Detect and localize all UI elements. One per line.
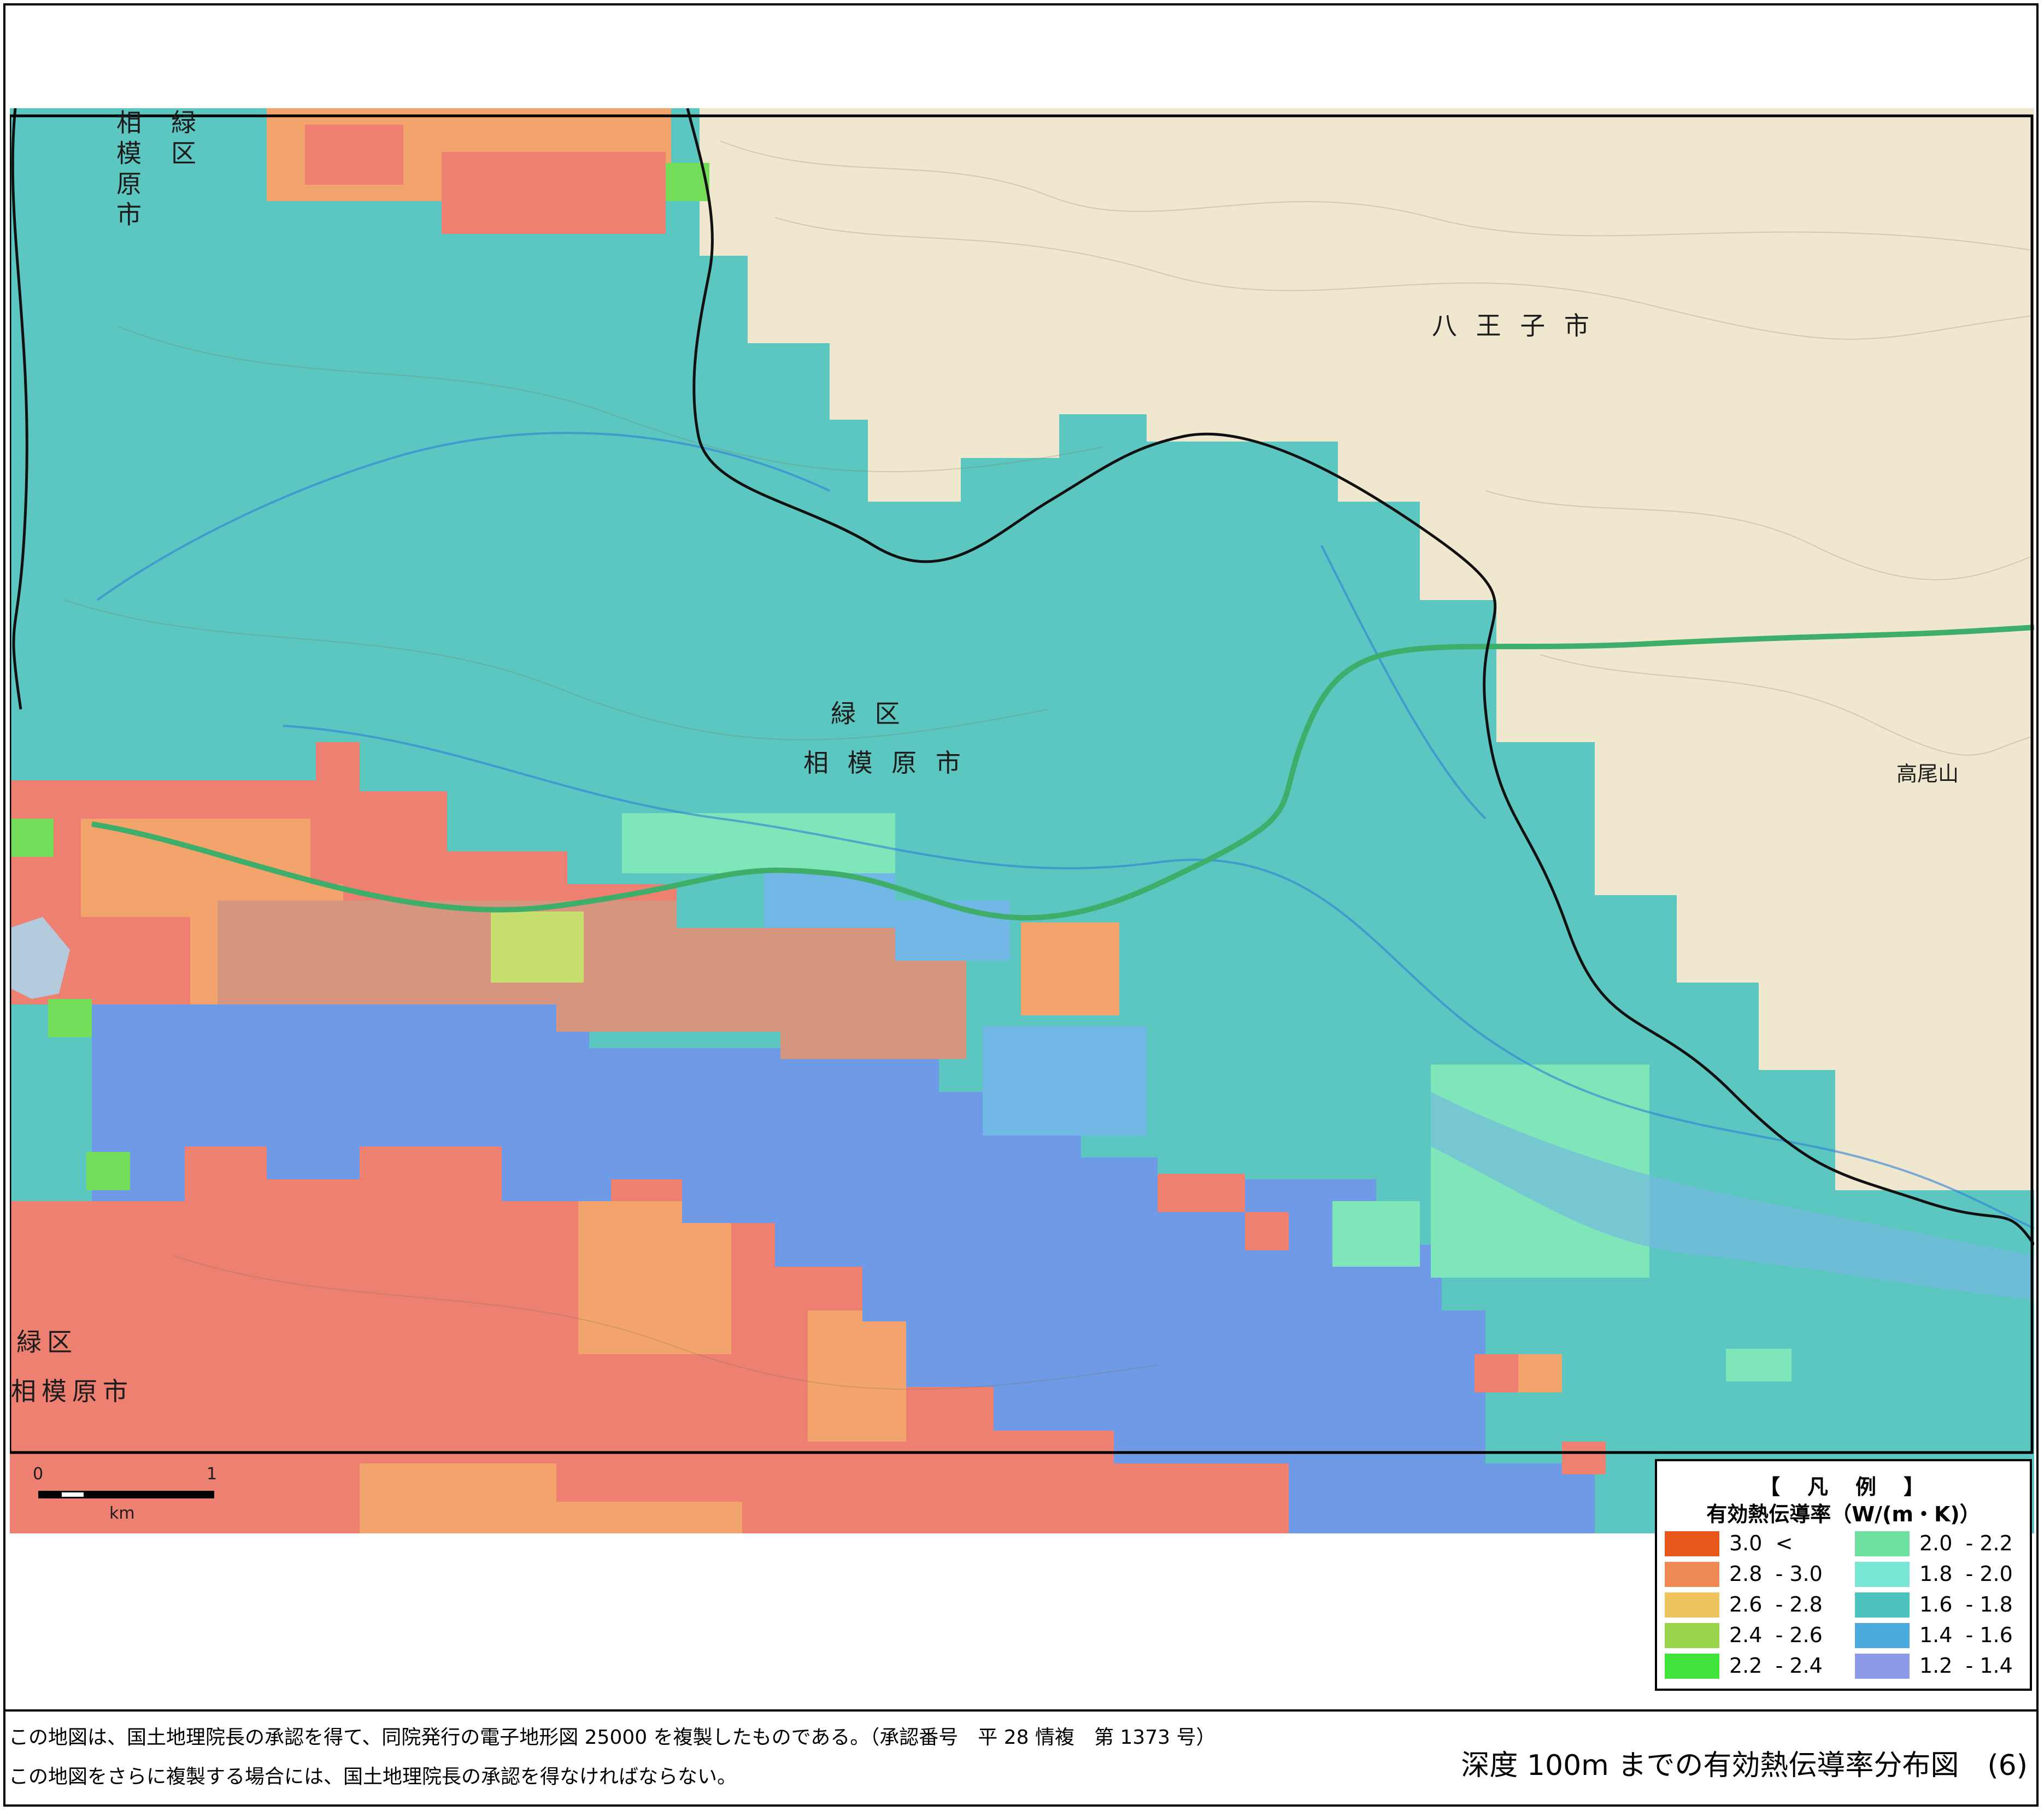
legend-item: 1.4 - 1.6 xyxy=(1855,1622,2030,1649)
zone-yellowgreen xyxy=(491,912,584,983)
legend-label: 2.8 - 3.0 xyxy=(1729,1562,1823,1586)
zone-orange xyxy=(808,1310,906,1442)
legend-item: 2.0 - 2.2 xyxy=(1855,1530,2030,1557)
place-label-mountain: 高尾山 xyxy=(1896,762,1959,786)
legend-swatch xyxy=(1665,1654,1719,1679)
legend-label: 1.8 - 2.0 xyxy=(1919,1562,2013,1586)
zone-mint xyxy=(1332,1201,1420,1267)
place-label-ward: 緑 区 xyxy=(831,699,906,728)
legend-label: 1.6 - 1.8 xyxy=(1919,1592,2013,1616)
zone-orange xyxy=(578,1201,731,1354)
zone-orange xyxy=(1021,922,1119,1015)
legend-swatch xyxy=(1855,1623,1910,1648)
legend-label: 2.0 - 2.2 xyxy=(1919,1531,2013,1555)
legend-swatch xyxy=(1665,1562,1719,1587)
footer-divider xyxy=(3,1709,2039,1712)
zone-orange xyxy=(360,1463,556,1533)
place-label-city: 相 模 原 市 xyxy=(803,748,966,778)
scale-zero-label: 0 xyxy=(33,1465,44,1484)
zone-red-north xyxy=(305,125,403,185)
legend-swatch xyxy=(1855,1654,1910,1679)
scale-segment xyxy=(40,1492,62,1497)
legend-item: 2.6 - 2.8 xyxy=(1665,1591,1845,1619)
legend-swatch xyxy=(1665,1623,1719,1648)
zone-orange xyxy=(1518,1354,1562,1392)
legend-item: 1.2 - 1.4 xyxy=(1855,1653,2030,1680)
legend-item: 3.0 < xyxy=(1665,1530,1845,1557)
legend-swatch xyxy=(1855,1562,1910,1587)
scale-segment xyxy=(127,1492,213,1497)
zone-blue xyxy=(1289,1463,1595,1533)
legend-swatch xyxy=(1665,1592,1719,1618)
zone-red-cell xyxy=(1475,1354,1518,1392)
zone-mint xyxy=(1726,1349,1792,1381)
thermal-conductivity-map[interactable] xyxy=(10,108,2034,1533)
zone-green xyxy=(86,1152,130,1190)
legend-item: 1.8 - 2.0 xyxy=(1855,1561,2030,1588)
scale-bar: 0 1 km xyxy=(33,1465,230,1530)
legend-label: 3.0 < xyxy=(1729,1531,1793,1555)
legend-title: 【 凡 例 】 xyxy=(1759,1475,1928,1499)
legend-swatch xyxy=(1855,1531,1910,1556)
copyright-note-2: この地図をさらに複製する場合には、国土地理院長の承認を得なければならない。 xyxy=(9,1766,737,1788)
legend-label: 2.2 - 2.4 xyxy=(1729,1654,1823,1678)
scale-unit-label: km xyxy=(109,1504,135,1523)
scale-segment xyxy=(84,1492,127,1497)
scale-one-label: 1 xyxy=(207,1465,218,1484)
place-label-city: 八 王 子 市 xyxy=(1432,311,1595,340)
zone-green xyxy=(48,999,92,1037)
legend-item: 2.8 - 3.0 xyxy=(1665,1561,1845,1588)
legend-subtitle: 有効熱伝導率（W/(m・K)） xyxy=(1706,1502,1981,1526)
legend-label: 1.4 - 1.6 xyxy=(1919,1623,2013,1647)
zone-mint xyxy=(622,813,895,873)
legend-item: 2.4 - 2.6 xyxy=(1665,1622,1845,1649)
place-label-city: 相模原市 xyxy=(11,1377,133,1406)
place-label-ward: 緑区 xyxy=(16,1327,78,1357)
zone-red-north xyxy=(442,152,666,234)
zone-red-cell xyxy=(1562,1442,1606,1474)
legend-item: 1.6 - 1.8 xyxy=(1855,1591,2030,1619)
zone-red-cell xyxy=(1245,1212,1289,1250)
legend-label: 2.4 - 2.6 xyxy=(1729,1623,1823,1647)
legend-label: 2.6 - 2.8 xyxy=(1729,1592,1823,1616)
legend-swatch xyxy=(1855,1592,1910,1618)
copyright-note-1: この地図は、国土地理院長の承認を得て、同院発行の電子地形図 25000 を複製し… xyxy=(9,1726,1216,1749)
zone-lightblue xyxy=(983,1026,1147,1136)
scale-bar-outline xyxy=(38,1491,214,1498)
place-label-ward: 緑区 xyxy=(167,109,197,170)
zone-red-cell xyxy=(1158,1174,1245,1212)
zone-green xyxy=(10,819,54,857)
legend-label: 1.2 - 1.4 xyxy=(1919,1654,2013,1678)
place-label-city: 相模原市 xyxy=(113,109,142,232)
legend-item: 2.2 - 2.4 xyxy=(1665,1653,1845,1680)
legend: 【 凡 例 】 有効熱伝導率（W/(m・K)） 3.0 < 2.8 - 3.0 … xyxy=(1655,1459,2032,1691)
legend-swatch xyxy=(1665,1531,1719,1556)
zone-orange xyxy=(556,1502,742,1533)
figure-caption: 深度 100m までの有効熱伝導率分布図 (6) xyxy=(1461,1749,2028,1782)
